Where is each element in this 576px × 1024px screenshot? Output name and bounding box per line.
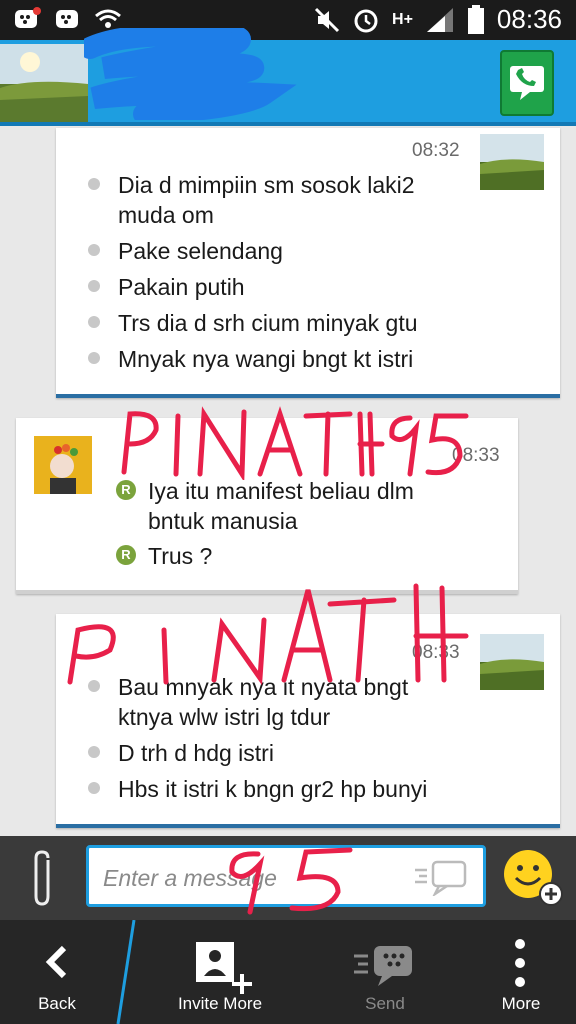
send-label: Send bbox=[365, 994, 405, 1013]
send-button[interactable]: Send bbox=[330, 920, 440, 1024]
message-line: Iya itu manifest beliau dlm bntuk manusi… bbox=[148, 478, 414, 534]
message-line: Mnyak nya wangi bngt kt istri bbox=[118, 346, 414, 372]
message-line: D trh d hdg istri bbox=[118, 740, 274, 766]
mute-icon bbox=[314, 7, 340, 32]
message-line: Bau mnyak nya it nyata bngt ktnya wlw is… bbox=[118, 674, 409, 730]
paperclip-icon[interactable] bbox=[28, 848, 58, 910]
network-type: H+ bbox=[392, 10, 413, 28]
redaction-scribble bbox=[84, 28, 297, 120]
read-receipt-badge: R bbox=[116, 480, 136, 500]
invite-more-button[interactable]: Invite More bbox=[150, 920, 290, 1024]
chevron-left-icon bbox=[45, 945, 67, 979]
message-input[interactable]: Enter a message bbox=[86, 845, 486, 907]
nav-divider bbox=[116, 920, 136, 1024]
bbm-notification-icon bbox=[15, 7, 41, 28]
voice-call-button[interactable] bbox=[500, 50, 554, 116]
sender-avatar bbox=[34, 436, 92, 494]
sender-avatar bbox=[480, 134, 544, 190]
contact-avatar[interactable] bbox=[0, 44, 88, 122]
message-time: 08:33 bbox=[452, 445, 500, 466]
alarm-icon bbox=[354, 9, 378, 32]
sender-avatar bbox=[480, 634, 544, 690]
message-line: Trus ? bbox=[148, 543, 213, 569]
clock: 08:36 bbox=[496, 4, 562, 34]
bullet bbox=[88, 746, 100, 758]
bullet bbox=[88, 280, 100, 292]
bullet bbox=[88, 680, 100, 692]
bullet bbox=[88, 178, 100, 190]
bullet bbox=[88, 782, 100, 794]
message-time: 08:33 bbox=[412, 642, 460, 663]
message-line: Pakain putih bbox=[118, 274, 245, 300]
header-divider bbox=[0, 122, 576, 126]
more-button[interactable]: More bbox=[466, 920, 576, 1024]
speech-bubble-icon bbox=[415, 860, 467, 896]
add-contact-icon bbox=[196, 942, 252, 994]
bbm-icon bbox=[56, 10, 78, 28]
bbm-send-icon bbox=[354, 946, 412, 986]
phone-icon bbox=[510, 66, 544, 100]
bullet bbox=[88, 316, 100, 328]
battery-icon bbox=[467, 4, 484, 34]
back-label: Back bbox=[38, 994, 76, 1013]
bullet bbox=[88, 244, 100, 256]
bullet bbox=[88, 352, 100, 364]
overflow-menu-icon bbox=[515, 939, 525, 987]
message-time: 08:32 bbox=[412, 140, 460, 161]
message-line: Trs dia d srh cium minyak gtu bbox=[118, 310, 418, 336]
message-line: Pake selendang bbox=[118, 238, 283, 264]
more-label: More bbox=[501, 994, 541, 1013]
read-receipt-badge: R bbox=[116, 545, 136, 565]
smiley-add-icon[interactable] bbox=[502, 848, 564, 908]
message-line: Dia d mimpiin sm sosok laki2 muda om bbox=[118, 172, 415, 228]
message-input-placeholder: Enter a message bbox=[103, 865, 277, 891]
back-button[interactable]: Back bbox=[0, 920, 114, 1024]
invite-more-label: Invite More bbox=[177, 994, 263, 1013]
message-line: Hbs it istri k bngn gr2 hp bunyi bbox=[118, 776, 428, 802]
signal-icon bbox=[426, 7, 453, 32]
